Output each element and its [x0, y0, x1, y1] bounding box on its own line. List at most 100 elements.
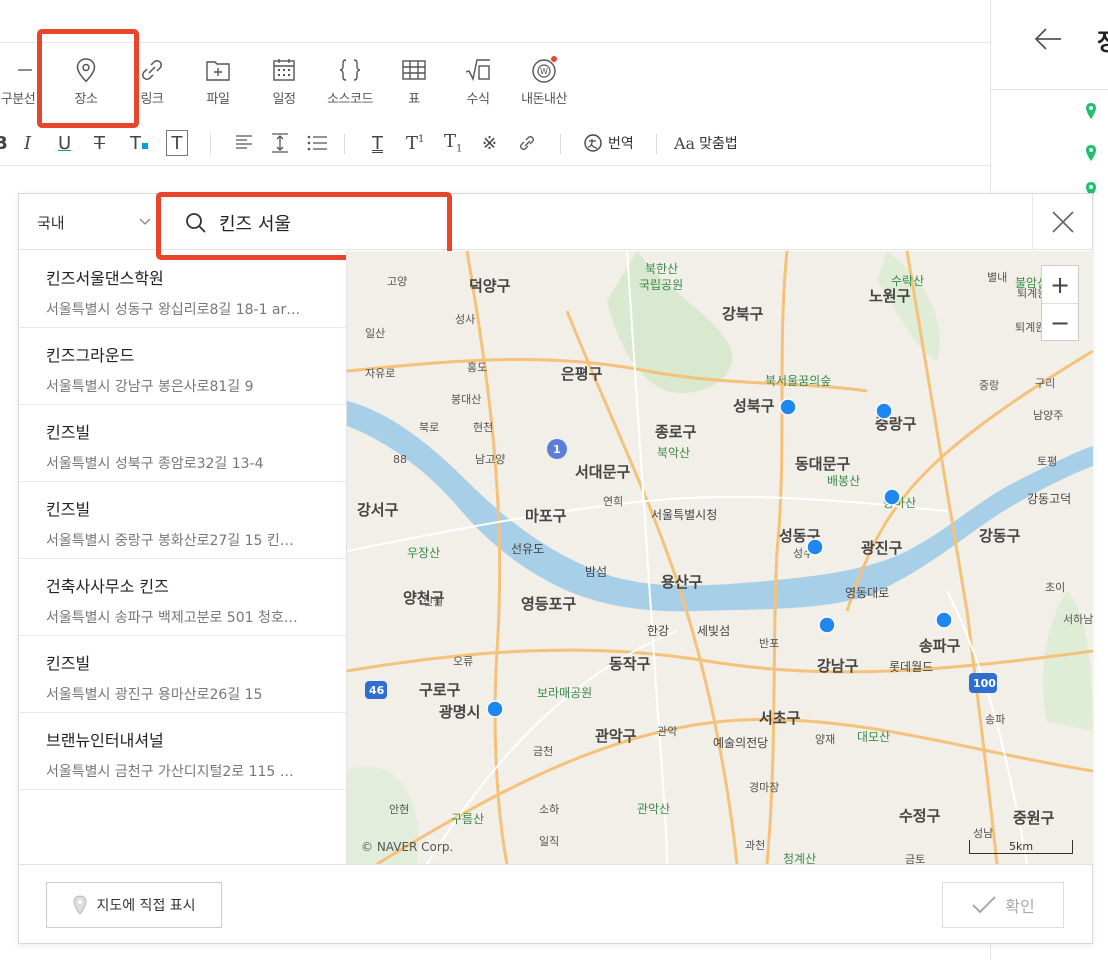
svg-text:서대문구: 서대문구	[575, 463, 630, 481]
toolbar-label: 수식	[466, 92, 490, 107]
toolbar-separator	[560, 134, 561, 154]
svg-text:수락산: 수락산	[891, 274, 924, 288]
map-marker[interactable]	[486, 700, 504, 718]
svg-text:자유로: 자유로	[365, 367, 395, 380]
map-marker[interactable]	[883, 488, 901, 506]
svg-text:동작구: 동작구	[609, 655, 651, 673]
toolbar-link-button[interactable]: 링크	[120, 50, 184, 114]
svg-text:관악: 관악	[657, 725, 677, 738]
background-color-button[interactable]: T	[166, 130, 188, 156]
map-marker[interactable]	[806, 538, 824, 556]
svg-text:반포: 반포	[759, 637, 779, 650]
superscript-button[interactable]: T1	[406, 130, 424, 156]
close-button[interactable]	[1032, 194, 1092, 250]
toolbar-place-button[interactable]: 장소	[54, 50, 118, 114]
confirm-button[interactable]: 확인	[942, 882, 1064, 928]
svg-text:영등포구: 영등포구	[521, 595, 576, 613]
mark-on-map-button[interactable]: 지도에 직접 표시	[46, 882, 222, 928]
svg-text:관악산: 관악산	[637, 802, 670, 816]
toolbar-separator	[210, 134, 211, 154]
toolbar-label: 장소	[74, 92, 98, 107]
region-select[interactable]: 국내	[19, 194, 157, 250]
list-item[interactable]: 킨즈빌 서울특별시 성북구 종암로32길 13-4	[19, 405, 346, 482]
svg-text:송파: 송파	[985, 713, 1005, 726]
strikethrough-button[interactable]: T	[94, 130, 105, 156]
bold-button[interactable]: B	[0, 130, 8, 156]
map-marker[interactable]	[935, 611, 953, 629]
close-icon	[1052, 211, 1074, 233]
special-char-icon: ※	[482, 132, 498, 154]
heading-style-button[interactable]: T	[372, 130, 383, 156]
result-address: 서울특별시 송파구 백제고분로 501 청호…	[46, 610, 298, 626]
svg-text:성사: 성사	[455, 313, 475, 326]
map-canvas[interactable]: 덕양구노원구강북구 은평구성북구중랑구 종로구동대문구서대문구 마포구강서구양천…	[347, 251, 1093, 864]
background-color-icon: T	[171, 132, 183, 154]
result-name: 킨즈빌	[46, 423, 91, 442]
map-view[interactable]: 덕양구 노원구 강북구 은평구 성북구 중랑구 종로구 동대문구 서대문구 마포구 강서구 양천…	[347, 251, 1093, 864]
map-marker[interactable]	[779, 398, 797, 416]
subscript-button[interactable]: T1	[444, 130, 462, 156]
toolbar-mydonnaesan-button[interactable]: W 내돈내산	[512, 50, 576, 114]
svg-text:고양: 고양	[387, 275, 407, 288]
list-item[interactable]: 브랜뉴인터내셔널 서울특별시 금천구 가산디지털2로 115 …	[19, 713, 346, 790]
svg-text:수정구: 수정구	[899, 807, 941, 825]
svg-text:W: W	[540, 67, 548, 76]
zoom-in-button[interactable]: +	[1042, 266, 1078, 304]
svg-text:토평: 토평	[1037, 455, 1057, 468]
map-marker[interactable]	[818, 616, 836, 634]
svg-text:홍도: 홍도	[467, 360, 487, 374]
svg-text:오류: 오류	[453, 655, 473, 668]
svg-text:강남구: 강남구	[817, 657, 859, 675]
svg-text:별내: 별내	[987, 271, 1007, 284]
svg-text:배봉산: 배봉산	[827, 474, 860, 488]
translate-button[interactable]: 번역	[582, 130, 634, 156]
result-address: 서울특별시 성동구 왕십리로8길 18-1 ar…	[46, 302, 301, 318]
bullet-list-icon[interactable]	[306, 130, 328, 156]
place-search-box[interactable]	[167, 202, 447, 244]
svg-text:북서울꿈의숲: 북서울꿈의숲	[765, 374, 831, 388]
spellcheck-button[interactable]: Aa 맞춤법	[674, 130, 738, 156]
back-arrow-icon[interactable]	[1033, 26, 1063, 52]
svg-text:동대문구: 동대문구	[795, 455, 850, 473]
svg-text:일산: 일산	[365, 326, 385, 340]
list-item[interactable]: 킨즈서울댄스학원 서울특별시 성동구 왕십리로8길 18-1 ar…	[19, 251, 346, 328]
svg-text:성북구: 성북구	[733, 397, 775, 415]
place-search-input[interactable]	[219, 212, 419, 234]
zoom-out-button[interactable]: −	[1042, 304, 1078, 342]
italic-button[interactable]: I	[24, 130, 31, 156]
map-marker[interactable]	[875, 402, 893, 420]
toolbar-formula-button[interactable]: 수식	[446, 50, 510, 114]
toolbar-divider-button[interactable]: 구분선	[0, 50, 50, 114]
toolbar-schedule-button[interactable]: 일정	[252, 50, 316, 114]
svg-text:밤섬: 밤섬	[585, 565, 607, 579]
svg-text:46: 46	[369, 684, 385, 697]
underline-icon: U	[58, 132, 72, 154]
special-char-button[interactable]: ※	[482, 130, 497, 156]
link-format-icon[interactable]	[516, 130, 538, 156]
svg-text:구리: 구리	[1035, 377, 1055, 390]
font-color-icon: T	[130, 133, 148, 154]
toolbar-sourcecode-button[interactable]: 소스코드	[318, 50, 382, 114]
svg-text:연희: 연희	[603, 495, 623, 508]
font-color-button[interactable]: T	[130, 130, 148, 156]
list-item[interactable]: 킨즈빌 서울특별시 중랑구 봉화산로27길 15 킨…	[19, 482, 346, 559]
list-item[interactable]: 킨즈그라운드 서울특별시 강남구 봉은사로81길 9	[19, 328, 346, 405]
right-panel-title: 장	[1097, 22, 1108, 57]
toolbar-table-button[interactable]: 표	[382, 50, 446, 114]
toolbar-separator	[344, 134, 345, 154]
link-icon	[142, 60, 162, 80]
underline-button[interactable]: U	[58, 130, 71, 156]
strikethrough-icon: T	[94, 132, 105, 154]
svg-text:경마장: 경마장	[749, 781, 779, 794]
svg-text:노원구: 노원구	[869, 287, 911, 305]
svg-text:금토: 금토	[905, 853, 925, 864]
line-height-icon[interactable]	[270, 130, 290, 156]
svg-text:종로구: 종로구	[655, 423, 697, 441]
divider-icon	[18, 69, 32, 71]
calendar-icon	[273, 59, 295, 81]
align-left-icon[interactable]	[234, 130, 254, 156]
list-item[interactable]: 킨즈빌 서울특별시 광진구 용마산로26길 15	[19, 636, 346, 713]
toolbar-file-button[interactable]: 파일	[186, 50, 250, 114]
dialog-header: 국내	[19, 194, 1092, 250]
list-item[interactable]: 건축사사무소 킨즈 서울특별시 송파구 백제고분로 501 청호…	[19, 559, 346, 636]
